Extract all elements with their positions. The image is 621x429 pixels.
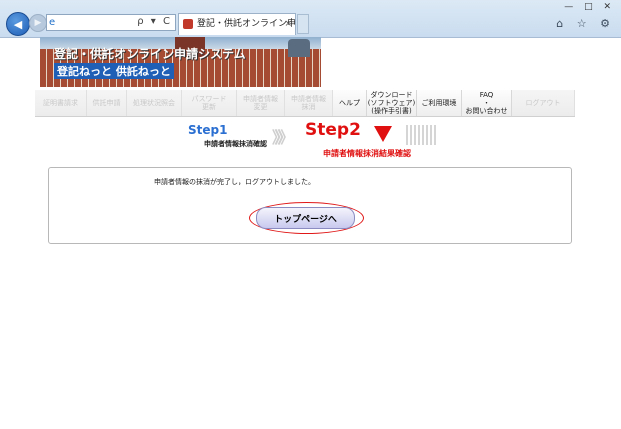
menu-item-6[interactable]: ヘルプ: [333, 90, 367, 116]
menu-item-2: 処理状況照会: [127, 90, 182, 116]
browser-chrome: ◀ ▶ e ρ ▾ C 登記・供託オンライン申請シス... × — □ ✕ ⌂ …: [0, 0, 621, 38]
ie-logo-icon: e: [49, 17, 56, 28]
browser-tool-icons[interactable]: ⌂ ☆ ⚙: [556, 17, 615, 30]
menu-item-9[interactable]: FAQ ・ お問い合わせ: [462, 90, 512, 116]
menu-item-5: 申請者情報 抹消: [285, 90, 333, 116]
menu-divider: [35, 116, 575, 117]
site-subtitle: 登記ねっと 供託ねっと: [54, 63, 174, 79]
site-title: 登記・供託オンライン申請システム: [54, 47, 246, 61]
menu-item-8[interactable]: ご利用環境: [417, 90, 462, 116]
address-bar[interactable]: e ρ ▾ C: [46, 14, 176, 31]
tab-title: 登記・供託オンライン申請シス...: [197, 19, 296, 29]
step2-label: Step2: [305, 120, 361, 140]
menu-item-10: ログアウト: [512, 90, 575, 116]
site-favicon-icon: [183, 19, 193, 29]
menu-item-0: 証明書請求: [35, 90, 87, 116]
menu-item-3: パスワード 更新: [182, 90, 237, 116]
menu-item-1: 供託申請: [87, 90, 127, 116]
global-menu: 証明書請求 供託申請 処理状況照会 パスワード 更新 申請者情報 変更 申請者情報 抹消ヘ…: [35, 90, 575, 116]
current-step-marker-icon: [374, 126, 392, 142]
tab-close-icon[interactable]: ×: [284, 14, 292, 34]
browser-window: ◀ ▶ e ρ ▾ C 登記・供託オンライン申請シス... × — □ ✕ ⌂ …: [0, 0, 621, 429]
forward-button[interactable]: ▶: [29, 14, 47, 32]
step-progress-bars: [406, 125, 436, 145]
step1-label: Step1: [188, 123, 228, 137]
browser-tab[interactable]: 登記・供託オンライン申請シス... ×: [178, 13, 296, 35]
step2-caption: 申請者情報抹消結果確認: [323, 149, 411, 158]
forward-arrow-icon: ▶: [34, 18, 42, 28]
menu-item-4: 申請者情報 変更: [237, 90, 285, 116]
top-page-button[interactable]: トップページへ: [256, 207, 355, 229]
back-button[interactable]: ◀: [6, 12, 30, 36]
back-arrow-icon: ◀: [13, 17, 23, 31]
completion-message: 申請者情報の抹消が完了し，ログアウトしました。: [154, 178, 315, 186]
step1-caption: 申請者情報抹消確認: [204, 140, 267, 148]
address-tools-icons[interactable]: ρ ▾ C: [137, 16, 172, 27]
menu-item-7[interactable]: ダウンロード (ソフトウェア) (操作手引書): [367, 90, 417, 116]
site-banner: 登記・供託オンライン申請システム 登記ねっと 供託ねっと: [40, 37, 321, 87]
step-chevrons-icon: 》》》: [272, 128, 294, 147]
new-tab-button[interactable]: [297, 14, 309, 34]
window-controls[interactable]: — □ ✕: [564, 2, 615, 12]
